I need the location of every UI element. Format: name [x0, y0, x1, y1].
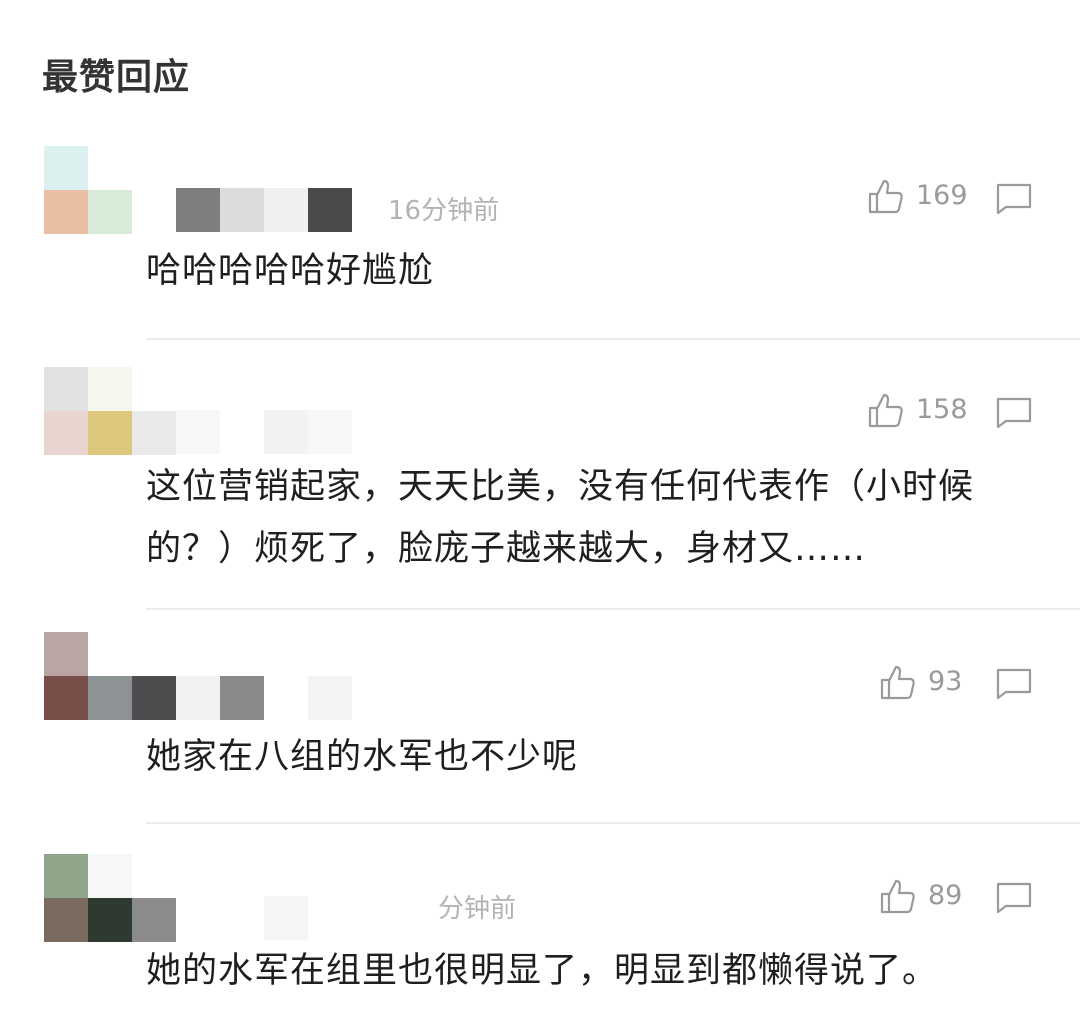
avatar[interactable] [44, 632, 176, 720]
section-title: 最赞回应 [42, 57, 191, 98]
thumbs-up-icon[interactable] [866, 176, 906, 216]
comment-text: 哈哈哈哈哈好尴尬 [146, 251, 435, 291]
comment-text: 她家在八组的水军也不少呢 [146, 737, 579, 777]
comment-bubble-icon[interactable] [995, 396, 1033, 430]
divider [146, 822, 1080, 824]
comment-bubble-icon[interactable] [995, 881, 1033, 915]
avatar[interactable] [44, 146, 176, 234]
comment-bubble-icon[interactable] [995, 182, 1033, 216]
username[interactable] [176, 896, 352, 940]
like-count: 93 [928, 666, 963, 697]
thumbs-up-icon[interactable] [866, 390, 906, 430]
divider [146, 608, 1080, 610]
like-count: 158 [916, 394, 968, 425]
thumbs-up-icon[interactable] [878, 876, 918, 916]
like-count: 169 [916, 180, 968, 211]
thumbs-up-icon[interactable] [878, 662, 918, 702]
avatar[interactable] [44, 854, 176, 942]
comment-text: 她的水军在组里也很明显了，明显到都懒得说了。 [146, 951, 939, 991]
divider [146, 338, 1080, 340]
comment-time: 16分钟前 [388, 196, 500, 226]
comment-time: 分钟前 [438, 894, 517, 924]
username[interactable] [176, 188, 352, 232]
username[interactable] [176, 676, 352, 720]
like-count: 89 [928, 880, 963, 911]
comment-text: 这位营销起家，天天比美，没有任何代表作（小时候的？）烦死了，脸庞子越来越大，身材… [146, 467, 975, 569]
comment-bubble-icon[interactable] [995, 667, 1033, 701]
avatar[interactable] [44, 367, 176, 455]
username[interactable] [176, 410, 352, 454]
